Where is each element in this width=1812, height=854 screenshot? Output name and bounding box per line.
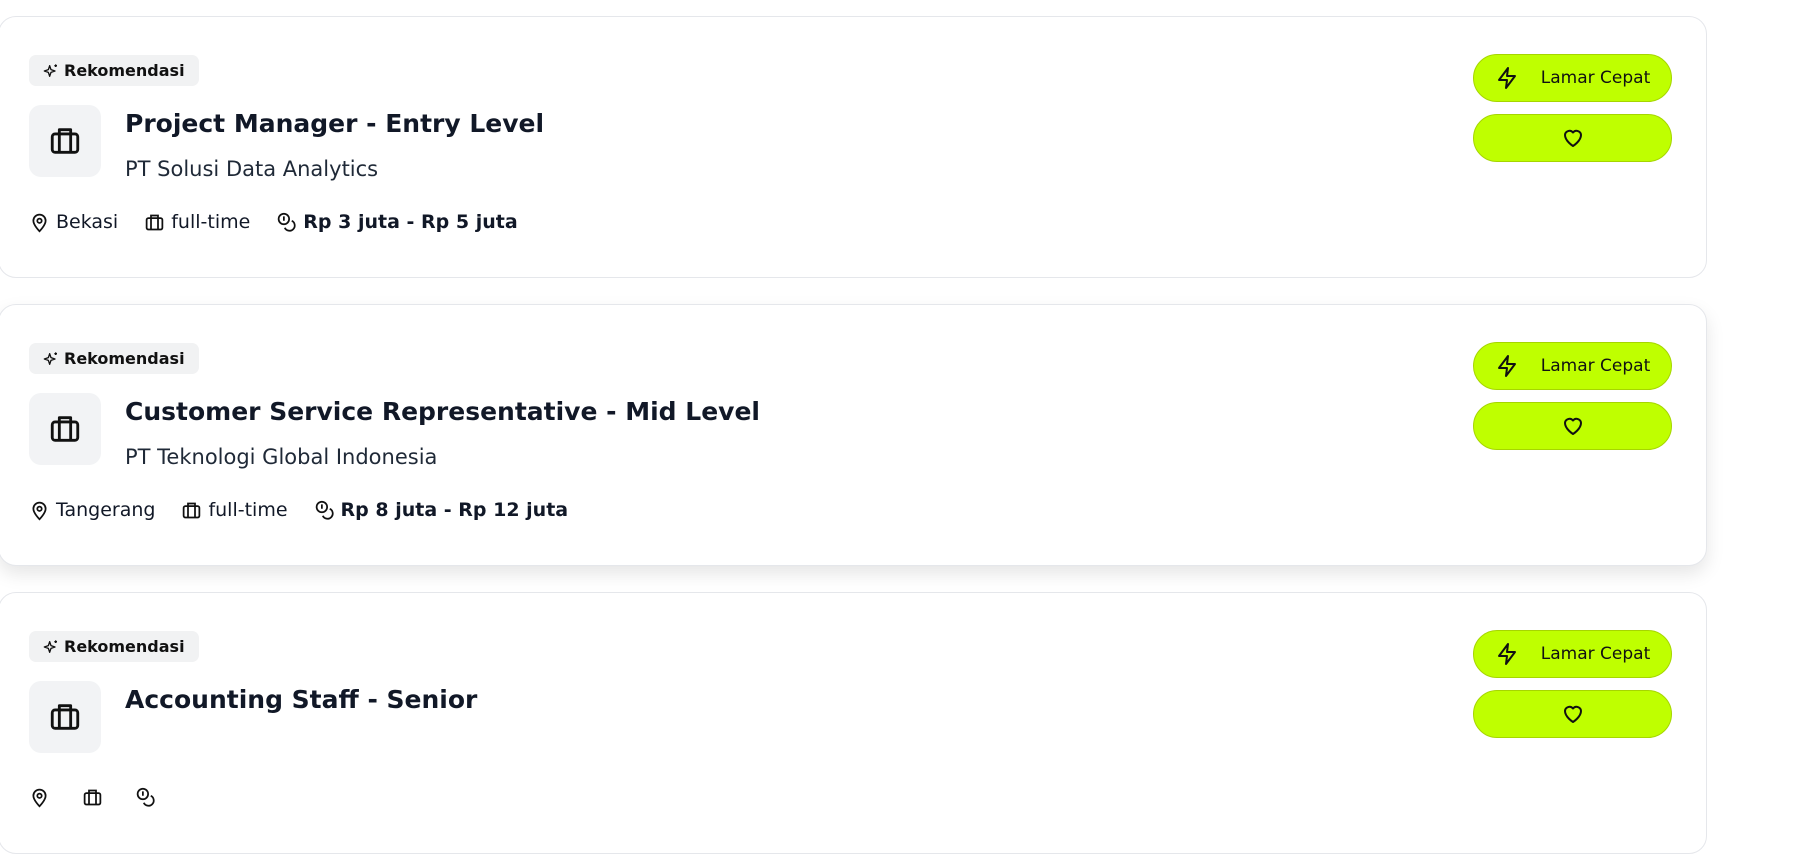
location: [29, 787, 56, 808]
badge-label: Rekomendasi: [64, 637, 185, 656]
lightning-icon: [1497, 355, 1516, 377]
job-type-label: full-time: [171, 211, 251, 233]
favorite-button[interactable]: [1473, 114, 1672, 162]
salary: Rp 3 juta - Rp 5 juta: [276, 211, 518, 233]
heart-icon: [1563, 417, 1582, 435]
quick-apply-label: Lamar Cepat: [1540, 68, 1651, 88]
sparkles-icon: [43, 351, 57, 365]
job-type: full-time: [144, 211, 250, 233]
quick-apply-button[interactable]: Lamar Cepat: [1473, 630, 1672, 678]
sparkles-icon: [43, 639, 57, 653]
company-logo: [29, 105, 101, 177]
favorite-button[interactable]: [1473, 690, 1672, 738]
job-card[interactable]: Rekomendasi Customer Service Representat…: [0, 304, 1707, 566]
briefcase-icon: [50, 416, 80, 442]
briefcase-icon: [145, 214, 164, 230]
salary: Rp 8 juta - Rp 12 juta: [314, 499, 569, 521]
coins-icon: [136, 787, 155, 807]
location: Bekasi: [29, 211, 118, 233]
salary-label: Rp 3 juta - Rp 5 juta: [303, 211, 518, 233]
lightning-icon: [1497, 67, 1516, 89]
location: Tangerang: [29, 499, 155, 521]
job-meta: [29, 787, 188, 808]
job-type: [82, 787, 109, 808]
job-title[interactable]: Customer Service Representative - Mid Le…: [125, 397, 760, 426]
sparkles-icon: [43, 63, 57, 77]
map-pin-icon: [32, 788, 47, 808]
coins-icon: [315, 500, 334, 520]
job-type: full-time: [181, 499, 288, 521]
job-card[interactable]: Rekomendasi Accounting Staff - Senior La…: [0, 592, 1707, 854]
quick-apply-label: Lamar Cepat: [1540, 644, 1651, 664]
favorite-button[interactable]: [1473, 402, 1672, 450]
job-title[interactable]: Accounting Staff - Senior: [125, 685, 477, 714]
quick-apply-button[interactable]: Lamar Cepat: [1473, 54, 1672, 102]
salary: [135, 787, 162, 808]
job-card[interactable]: Rekomendasi Project Manager - Entry Leve…: [0, 16, 1707, 278]
badge-label: Rekomendasi: [64, 61, 185, 80]
briefcase-icon: [183, 502, 201, 518]
company-name: PT Teknologi Global Indonesia: [125, 445, 438, 469]
map-pin-icon: [32, 213, 47, 232]
heart-icon: [1563, 705, 1582, 723]
briefcase-icon: [50, 128, 80, 154]
job-meta: Tangerang full-time Rp 8 juta - Rp 12 ju…: [29, 499, 594, 521]
location-label: Tangerang: [56, 499, 156, 521]
lightning-icon: [1497, 643, 1516, 665]
quick-apply-label: Lamar Cepat: [1540, 356, 1651, 376]
quick-apply-button[interactable]: Lamar Cepat: [1473, 342, 1672, 390]
briefcase-icon: [83, 789, 102, 806]
recommendation-badge: Rekomendasi: [29, 343, 199, 374]
heart-icon: [1563, 129, 1582, 147]
company-name: PT Solusi Data Analytics: [125, 157, 379, 181]
job-type-label: full-time: [208, 499, 288, 521]
badge-label: Rekomendasi: [64, 349, 185, 368]
recommendation-badge: Rekomendasi: [29, 55, 199, 86]
location-label: Bekasi: [56, 211, 119, 233]
company-logo: [29, 393, 101, 465]
map-pin-icon: [32, 501, 47, 520]
job-title[interactable]: Project Manager - Entry Level: [125, 109, 544, 138]
company-logo: [29, 681, 101, 753]
briefcase-icon: [50, 704, 80, 730]
job-meta: Bekasi full-time Rp 3 juta - Rp 5 juta: [29, 211, 544, 233]
salary-label: Rp 8 juta - Rp 12 juta: [340, 499, 569, 521]
recommendation-badge: Rekomendasi: [29, 631, 199, 662]
coins-icon: [278, 212, 296, 232]
